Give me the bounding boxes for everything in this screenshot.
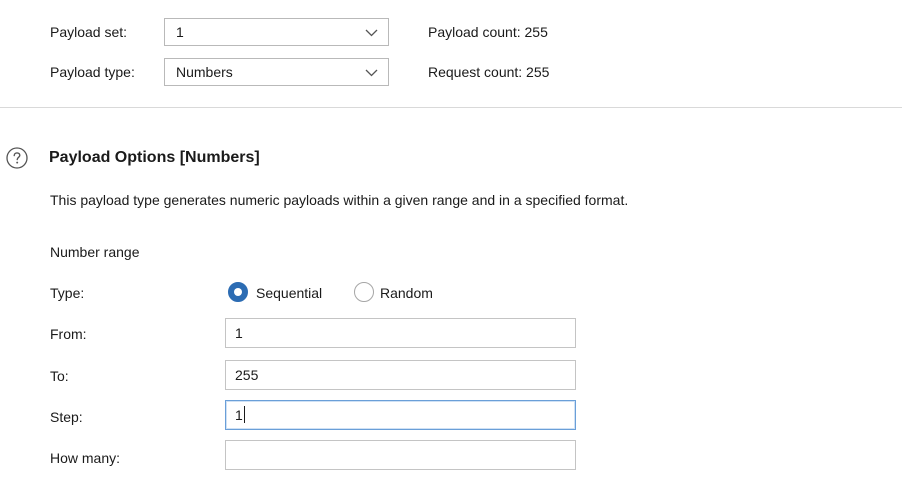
- how-many-input[interactable]: [225, 440, 576, 470]
- random-radio[interactable]: [354, 282, 374, 302]
- payload-options-description: This payload type generates numeric payl…: [50, 192, 629, 208]
- payload-count: Payload count: 255: [428, 24, 548, 40]
- number-range-heading: Number range: [50, 244, 140, 260]
- payload-type-select[interactable]: Numbers: [164, 58, 389, 86]
- sequential-radio[interactable]: [228, 282, 248, 302]
- section-divider: [0, 107, 902, 108]
- payload-set-label: Payload set:: [50, 24, 128, 40]
- step-input[interactable]: 1: [225, 400, 576, 430]
- question-circle-icon[interactable]: [6, 147, 28, 169]
- how-many-label: How many:: [50, 450, 121, 466]
- payload-type-value: Numbers: [176, 64, 233, 80]
- payload-set-value: 1: [176, 24, 184, 40]
- request-count: Request count: 255: [428, 64, 550, 80]
- payload-options-title: Payload Options [Numbers]: [49, 149, 260, 166]
- text-caret: [243, 406, 245, 423]
- from-label: From:: [50, 326, 87, 342]
- chevron-down-icon: [365, 29, 378, 37]
- payload-type-label: Payload type:: [50, 64, 135, 80]
- sequential-radio-label[interactable]: Sequential: [256, 284, 322, 302]
- to-input[interactable]: 255: [225, 360, 576, 390]
- to-label: To:: [50, 368, 69, 384]
- to-input-value: 255: [235, 367, 259, 383]
- chevron-down-icon: [365, 69, 378, 77]
- step-input-value: 1: [235, 407, 243, 423]
- from-input-value: 1: [235, 325, 243, 341]
- payload-set-select[interactable]: 1: [164, 18, 389, 46]
- step-label: Step:: [50, 409, 83, 425]
- random-radio-label[interactable]: Random: [380, 284, 433, 302]
- from-input[interactable]: 1: [225, 318, 576, 348]
- type-label: Type:: [50, 285, 85, 301]
